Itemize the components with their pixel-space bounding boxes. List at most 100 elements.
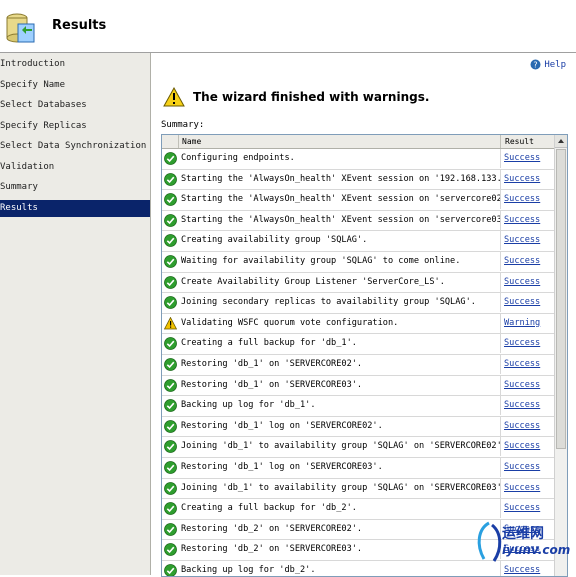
- vertical-scrollbar[interactable]: [554, 135, 567, 576]
- table-row[interactable]: Joining 'db_1' to availability group 'SQ…: [162, 478, 554, 500]
- wizard-header: Results: [0, 0, 576, 53]
- table-row[interactable]: Waiting for availability group 'SQLAG' t…: [162, 251, 554, 273]
- table-row[interactable]: Validating WSFC quorum vote configuratio…: [162, 313, 554, 335]
- row-result-link[interactable]: Success: [502, 231, 554, 250]
- success-check-icon: [164, 337, 177, 351]
- success-check-icon: [164, 358, 177, 371]
- row-name: Starting the 'AlwaysOn_health' XEvent se…: [179, 169, 501, 189]
- summary-label: Summary:: [161, 120, 205, 130]
- success-check-icon: [164, 378, 177, 392]
- row-result-link[interactable]: Success: [502, 252, 554, 271]
- row-name: Waiting for availability group 'SQLAG' t…: [179, 251, 501, 271]
- row-name: Creating a full backup for 'db_2'.: [179, 499, 501, 519]
- success-check-icon: [164, 193, 177, 207]
- row-result-link[interactable]: Success: [502, 479, 554, 498]
- row-name: Backing up log for 'db_1'.: [179, 396, 501, 416]
- watermark-url: iyunv.com: [502, 543, 571, 557]
- help-label[interactable]: Help: [544, 60, 566, 70]
- success-check-icon: [164, 255, 177, 268]
- row-name: Restoring 'db_1' on 'SERVERCORE02'.: [179, 354, 501, 374]
- row-result-link[interactable]: Success: [502, 273, 554, 292]
- sidebar-item-specify-name[interactable]: Specify Name: [0, 77, 150, 94]
- sidebar-item-results[interactable]: Results: [0, 199, 150, 217]
- row-result-link[interactable]: Success: [502, 458, 554, 477]
- row-result-link[interactable]: Success: [502, 334, 554, 353]
- row-result-link[interactable]: Success: [502, 499, 554, 518]
- table-row[interactable]: Joining secondary replicas to availabili…: [162, 293, 554, 314]
- row-name: Configuring endpoints.: [179, 149, 501, 168]
- row-result-link[interactable]: Success: [502, 396, 554, 415]
- status-message: The wizard finished with warnings.: [193, 90, 430, 104]
- table-row[interactable]: Restoring 'db_1' log on 'SERVERCORE03'. S…: [162, 457, 554, 479]
- row-result-link[interactable]: Success: [502, 376, 554, 395]
- help-link[interactable]: ? Help: [530, 59, 566, 70]
- success-check-icon: [164, 461, 177, 474]
- sidebar-item-select-data-synchronization[interactable]: Select Data Synchronization: [0, 138, 150, 155]
- row-name: Starting the 'AlwaysOn_health' XEvent se…: [179, 190, 501, 210]
- table-row[interactable]: Creating a full backup for 'db_1'. Succes…: [162, 334, 554, 355]
- sidebar-item-validation[interactable]: Validation: [0, 159, 150, 176]
- success-check-icon: [164, 152, 177, 165]
- row-result-link[interactable]: Success: [502, 190, 554, 209]
- row-name: Restoring 'db_1' on 'SERVERCORE03'.: [179, 375, 501, 395]
- row-name: Creating a full backup for 'db_1'.: [179, 334, 501, 354]
- success-check-icon: [164, 481, 177, 495]
- table-row[interactable]: Configuring endpoints. Success: [162, 149, 554, 170]
- row-name: Joining 'db_1' to availability group 'SQ…: [179, 478, 501, 498]
- row-result-link[interactable]: Warning: [502, 314, 554, 333]
- watermark-logo-icon: [477, 521, 502, 562]
- row-result-link[interactable]: Success: [502, 211, 554, 230]
- success-check-icon: [164, 440, 177, 454]
- row-name: Creating availability group 'SQLAG'.: [179, 231, 501, 251]
- table-row[interactable]: Joining 'db_1' to availability group 'SQ…: [162, 437, 554, 458]
- column-header-name[interactable]: Name: [179, 135, 501, 148]
- warning-icon: [163, 87, 185, 107]
- success-check-icon: [164, 275, 177, 289]
- row-name: Restoring 'db_2' on 'SERVERCORE02'.: [179, 519, 501, 539]
- grid-header: Name Result: [162, 135, 554, 149]
- scroll-up-button[interactable]: [555, 135, 567, 148]
- sidebar-item-specify-replicas[interactable]: Specify Replicas: [0, 118, 150, 135]
- table-row[interactable]: Restoring 'db_1' log on 'SERVERCORE02'. S…: [162, 416, 554, 438]
- row-name: Restoring 'db_2' on 'SERVERCORE03'.: [179, 540, 501, 560]
- svg-text:?: ?: [534, 61, 538, 70]
- sidebar-item-select-databases[interactable]: Select Databases: [0, 97, 150, 114]
- sidebar-item-introduction[interactable]: Introduction: [0, 56, 150, 73]
- row-result-link[interactable]: Success: [502, 170, 554, 189]
- column-header-result[interactable]: Result: [502, 135, 554, 148]
- warning-icon: [164, 316, 177, 330]
- row-name: Joining secondary replicas to availabili…: [179, 293, 501, 313]
- wizard-steps-sidebar: Introduction Specify Name Select Databas…: [0, 53, 151, 575]
- results-panel: ? Help The wizard finished with warnings…: [151, 53, 576, 577]
- table-row[interactable]: Creating availability group 'SQLAG'. Succ…: [162, 231, 554, 252]
- sidebar-item-summary[interactable]: Summary: [0, 179, 150, 196]
- success-check-icon: [164, 419, 177, 433]
- row-result-link[interactable]: Success: [502, 293, 554, 312]
- success-check-icon: [164, 543, 177, 557]
- table-row[interactable]: Create Availability Group Listener 'Serv…: [162, 272, 554, 294]
- column-header-status[interactable]: [162, 135, 179, 148]
- table-row[interactable]: Backing up log for 'db_1'. Success: [162, 396, 554, 417]
- row-name: Validating WSFC quorum vote configuratio…: [179, 313, 501, 333]
- row-result-link[interactable]: Success: [502, 149, 554, 168]
- row-result-link[interactable]: Success: [502, 437, 554, 456]
- success-check-icon: [164, 399, 177, 413]
- table-row[interactable]: Creating a full backup for 'db_2'. Succes…: [162, 499, 554, 520]
- success-check-icon: [164, 234, 177, 248]
- help-icon: ?: [530, 59, 541, 70]
- table-row[interactable]: Starting the 'AlwaysOn_health' XEvent se…: [162, 169, 554, 191]
- table-row[interactable]: Starting the 'AlwaysOn_health' XEvent se…: [162, 190, 554, 211]
- table-row[interactable]: Restoring 'db_1' on 'SERVERCORE03'. Succe…: [162, 375, 554, 397]
- success-check-icon: [164, 213, 177, 227]
- row-name: Restoring 'db_1' log on 'SERVERCORE03'.: [179, 457, 501, 477]
- site-watermark: 运维网 iyunv.com: [472, 519, 572, 567]
- row-result-link[interactable]: Success: [502, 355, 554, 374]
- table-row[interactable]: Starting the 'AlwaysOn_health' XEvent se…: [162, 210, 554, 232]
- status-banner: The wizard finished with warnings.: [163, 87, 429, 107]
- row-result-link[interactable]: Success: [502, 417, 554, 436]
- page-title: Results: [52, 18, 107, 33]
- scrollbar-thumb[interactable]: [556, 149, 566, 449]
- database-wizard-icon: [6, 13, 35, 43]
- row-name: Joining 'db_1' to availability group 'SQ…: [179, 437, 501, 457]
- table-row[interactable]: Restoring 'db_1' on 'SERVERCORE02'. Succe…: [162, 354, 554, 376]
